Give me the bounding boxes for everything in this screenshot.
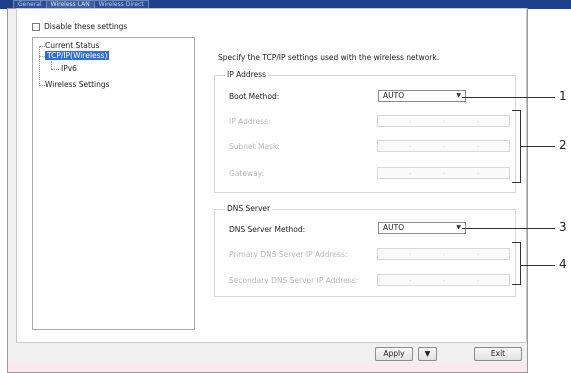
callout-3: 3 [559,220,567,234]
callout-leader-4 [521,265,555,266]
ip-separator: . [477,275,480,283]
boot-method-label: Boot Method: [229,92,280,101]
settings-tree: Current Status TCP/IP(Wireless) IPv6 Wir… [32,37,195,330]
ip-separator: . [409,116,412,124]
tab-general[interactable]: General [13,0,47,8]
ip-separator: . [409,249,412,257]
ip-separator: . [443,168,446,176]
callout-bracket-4 [512,242,521,285]
disable-settings-label: Disable these settings [44,22,128,31]
secondary-dns-label: Secondary DNS Server IP Address: [229,276,359,285]
primary-dns-field[interactable]: . . . [377,248,510,260]
chevron-down-icon: ▼ [424,349,431,358]
callout-4: 4 [559,257,567,271]
callout-2: 2 [559,138,567,152]
tab-wireless-lan[interactable]: Wireless LAN [45,0,95,8]
callout-bracket-2 [512,110,521,183]
chevron-down-icon: ▼ [456,224,461,231]
tree-connector [51,61,52,69]
ip-separator: . [409,275,412,283]
tree-item-wireless-settings[interactable]: Wireless Settings [45,80,110,89]
tree-item-current-status[interactable]: Current Status [45,41,99,50]
subnet-mask-label: Subnet Mask: [229,142,280,151]
tab-wireless-direct[interactable]: Wireless Direct [93,0,149,8]
callout-1: 1 [559,89,567,103]
description-text: Specify the TCP/IP settings used with th… [218,53,440,62]
tree-connector [39,46,40,86]
tree-item-tcpip-wireless[interactable]: TCP/IP(Wireless) [45,51,110,60]
ip-separator: . [409,168,412,176]
apply-dropdown-button[interactable]: ▼ [418,347,437,361]
ip-separator: . [443,275,446,283]
ip-separator: . [409,141,412,149]
boot-method-value: AUTO [383,91,405,100]
dns-method-label: DNS Server Method: [229,225,306,234]
ip-address-label: IP Address: [229,117,271,126]
secondary-dns-field[interactable]: . . . [377,274,510,286]
bottom-strip [8,362,527,372]
ip-separator: . [477,249,480,257]
dns-method-value: AUTO [383,223,405,232]
tree-item-ipv6[interactable]: IPv6 [61,64,77,73]
ip-separator: . [443,249,446,257]
chevron-down-icon: ▼ [456,92,461,99]
gateway-label: Gateway: [229,169,265,178]
ip-separator: . [477,116,480,124]
dns-server-group-title: DNS Server [225,204,273,213]
disable-settings-row[interactable]: Disable these settings [32,22,127,31]
callout-leader-3 [462,228,555,229]
ip-address-field[interactable]: . . . [377,115,510,127]
disable-settings-checkbox[interactable] [32,22,40,31]
apply-button[interactable]: Apply [375,347,413,361]
primary-dns-label: Primary DNS Server IP Address: [229,250,348,259]
ip-separator: . [477,168,480,176]
gateway-field[interactable]: . . . [377,167,510,179]
ip-separator: . [477,141,480,149]
subnet-mask-field[interactable]: . . . [377,140,510,152]
callout-leader-2 [521,146,555,147]
ip-separator: . [443,141,446,149]
ip-separator: . [443,116,446,124]
exit-button[interactable]: Exit [474,347,522,361]
ip-address-group-title: IP Address [225,70,268,79]
tree-connector [51,69,59,70]
boot-method-dropdown[interactable]: AUTO ▼ [378,90,466,102]
callout-leader-1 [462,97,555,98]
dns-method-dropdown[interactable]: AUTO ▼ [378,222,466,234]
